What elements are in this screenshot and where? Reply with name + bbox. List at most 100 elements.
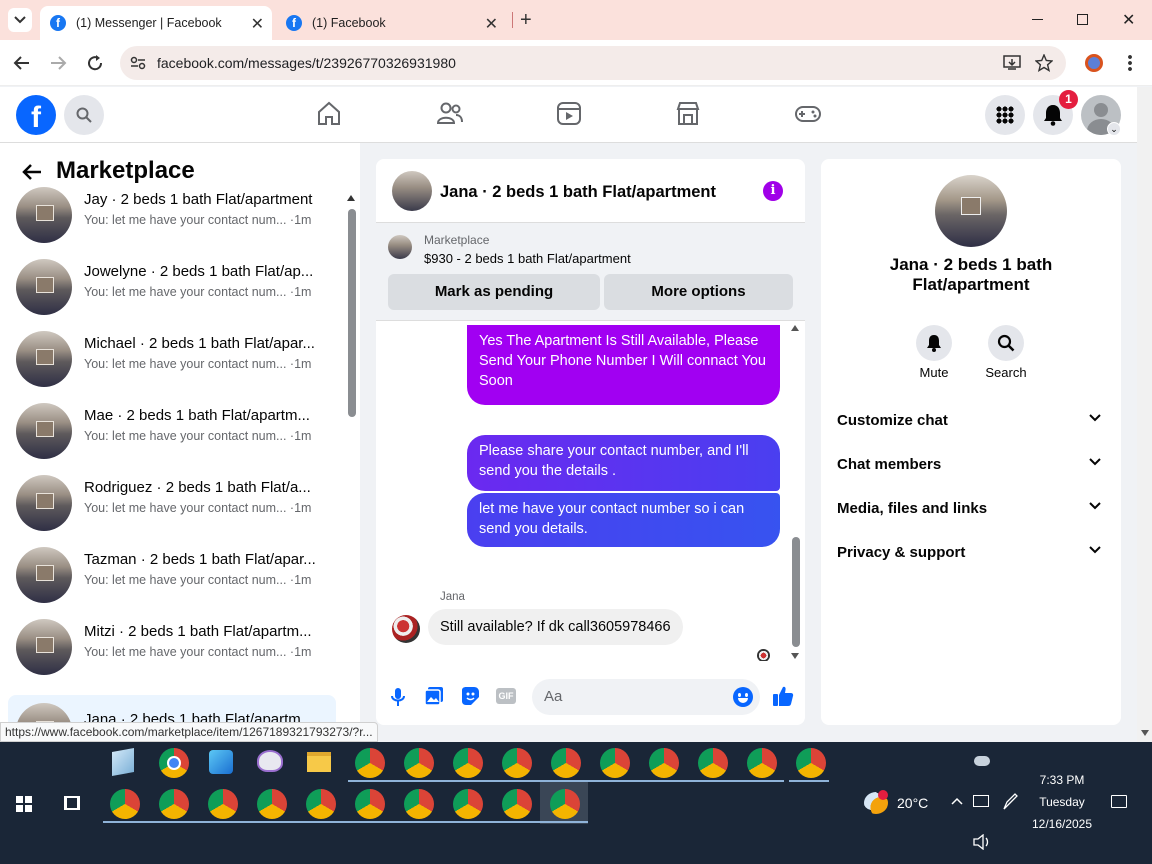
chrome-profile-icon[interactable] (502, 789, 532, 819)
chrome-profile-icon[interactable] (551, 748, 581, 778)
close-window-icon[interactable]: ✕ (1122, 10, 1135, 30)
tab-facebook[interactable]: f (1) Facebook ✕ (276, 6, 506, 40)
media-files-links-row[interactable]: Media, files and links (837, 490, 1107, 526)
chrome-profile-icon[interactable] (404, 748, 434, 778)
chrome-profile-icon[interactable] (404, 789, 434, 819)
notepad-app-icon[interactable] (112, 748, 134, 776)
outgoing-message[interactable]: Yes The Apartment Is Still Available, Pl… (467, 325, 780, 405)
minimize-icon[interactable] (1032, 19, 1043, 20)
onedrive-icon[interactable] (974, 756, 990, 766)
tab-messenger[interactable]: f (1) Messenger | Facebook ✕ (40, 6, 272, 40)
paint-app-icon[interactable] (257, 750, 283, 772)
video-icon[interactable] (557, 101, 581, 127)
task-view-icon[interactable] (64, 796, 80, 810)
file-explorer-icon[interactable] (307, 752, 331, 772)
scrollbar-up-arrow[interactable] (347, 195, 355, 201)
scrollbar-thumb[interactable] (792, 537, 800, 647)
conversation-item[interactable]: Jay · 2 beds 1 bath Flat/apartment You: … (8, 179, 336, 251)
photo-icon[interactable] (424, 686, 444, 706)
conversation-info-icon[interactable]: i (763, 181, 783, 201)
listing-title[interactable]: $930 - 2 beds 1 bath Flat/apartment (424, 251, 631, 266)
customize-chat-row[interactable]: Customize chat (837, 402, 1107, 438)
scrollbar-up-arrow[interactable] (791, 325, 799, 331)
page-scrollbar-down-arrow[interactable] (1141, 730, 1149, 736)
address-bar[interactable]: facebook.com/messages/t/2392677032693198… (120, 46, 1066, 80)
photos-app-icon[interactable] (209, 750, 233, 774)
chat-members-row[interactable]: Chat members (837, 446, 1107, 482)
network-icon[interactable] (973, 795, 989, 807)
scrollbar-thumb[interactable] (348, 209, 356, 417)
gaming-icon[interactable] (795, 101, 821, 127)
new-tab-icon[interactable]: + (520, 9, 532, 32)
bookmark-star-icon[interactable] (1035, 54, 1053, 72)
chevron-up-icon[interactable] (951, 797, 963, 805)
chrome-profile-icon-active[interactable] (550, 789, 580, 819)
chrome-profile-icon[interactable] (796, 748, 826, 778)
info-avatar[interactable] (935, 175, 1007, 247)
chrome-profile-icon[interactable] (208, 789, 238, 819)
conversation-item[interactable]: Mae · 2 beds 1 bath Flat/apartm... You: … (8, 395, 336, 467)
search-button[interactable] (64, 95, 104, 135)
chrome-app-icon[interactable] (159, 748, 189, 778)
close-tab-icon[interactable]: ✕ (251, 14, 264, 34)
chrome-profile-icon[interactable] (600, 748, 630, 778)
privacy-support-row[interactable]: Privacy & support (837, 534, 1107, 570)
menu-button[interactable] (985, 95, 1025, 135)
outgoing-message[interactable]: Please share your contact number, and I'… (467, 435, 780, 491)
conversation-item[interactable]: Tazman · 2 beds 1 bath Flat/apar... You:… (8, 539, 336, 611)
pen-icon[interactable] (1002, 793, 1018, 811)
chrome-profile-icon[interactable] (649, 748, 679, 778)
tab-search-button[interactable] (8, 8, 32, 32)
emoji-icon[interactable] (733, 687, 753, 707)
conversation-item[interactable]: Rodriguez · 2 beds 1 bath Flat/a... You:… (8, 467, 336, 539)
clock-time[interactable]: 7:33 PM (1030, 773, 1094, 787)
mark-as-pending-button[interactable]: Mark as pending (388, 274, 600, 310)
account-chevron-icon[interactable]: ⌄ (1107, 122, 1121, 136)
sticker-icon[interactable] (460, 686, 480, 706)
reload-icon[interactable] (86, 54, 104, 72)
chrome-profile-icon[interactable] (306, 789, 336, 819)
sender-avatar[interactable] (392, 615, 420, 643)
notification-center-icon[interactable] (1111, 795, 1127, 808)
chrome-profile-icon[interactable] (453, 748, 483, 778)
chrome-profile-icon[interactable] (355, 789, 385, 819)
site-info-icon[interactable] (130, 56, 146, 70)
start-windows-icon[interactable] (16, 796, 32, 812)
page-scrollbar[interactable] (1137, 87, 1152, 742)
thumbs-up-icon[interactable] (772, 685, 794, 707)
home-icon[interactable] (317, 101, 341, 127)
chat-title[interactable]: Jana · 2 beds 1 bath Flat/apartment (440, 183, 716, 202)
search-in-conversation-button[interactable] (988, 325, 1024, 361)
chat-avatar[interactable] (392, 171, 432, 211)
forward-arrow-icon[interactable] (49, 55, 67, 71)
marketplace-icon[interactable] (676, 101, 700, 127)
chrome-profile-icon[interactable] (257, 789, 287, 819)
conversation-item[interactable]: Jowelyne · 2 beds 1 bath Flat/ap... You:… (8, 251, 336, 323)
listing-thumbnail[interactable] (388, 235, 412, 259)
incoming-message[interactable]: Still available? If dk call3605978466 (428, 609, 683, 645)
browser-menu-icon[interactable] (1128, 54, 1132, 72)
install-app-icon[interactable] (1003, 55, 1021, 71)
friends-icon[interactable] (437, 101, 463, 127)
chrome-profile-icon[interactable] (698, 748, 728, 778)
more-options-button[interactable]: More options (604, 274, 793, 310)
gif-icon[interactable]: GIF (496, 688, 516, 704)
microphone-icon[interactable] (390, 687, 406, 707)
maximize-icon[interactable] (1077, 14, 1088, 25)
scrollbar-down-arrow[interactable] (791, 653, 799, 659)
mute-button[interactable] (916, 325, 952, 361)
chrome-profile-icon[interactable] (110, 789, 140, 819)
close-tab-icon[interactable]: ✕ (485, 14, 498, 34)
conversation-item[interactable]: Michael · 2 beds 1 bath Flat/apar... You… (8, 323, 336, 395)
conversation-item[interactable]: Mitzi · 2 beds 1 bath Flat/apartm... You… (8, 611, 336, 683)
back-arrow-icon[interactable] (13, 55, 31, 71)
volume-icon[interactable] (973, 834, 991, 850)
chrome-profile-icon[interactable] (502, 748, 532, 778)
outgoing-message[interactable]: let me have your contact number so i can… (467, 493, 780, 547)
facebook-logo[interactable]: f (16, 95, 56, 135)
chrome-profile-icon[interactable] (159, 789, 189, 819)
chrome-profile-icon[interactable] (747, 748, 777, 778)
message-input[interactable]: Aa (532, 679, 760, 715)
chrome-profile-icon[interactable] (453, 789, 483, 819)
chrome-profile-icon[interactable] (355, 748, 385, 778)
